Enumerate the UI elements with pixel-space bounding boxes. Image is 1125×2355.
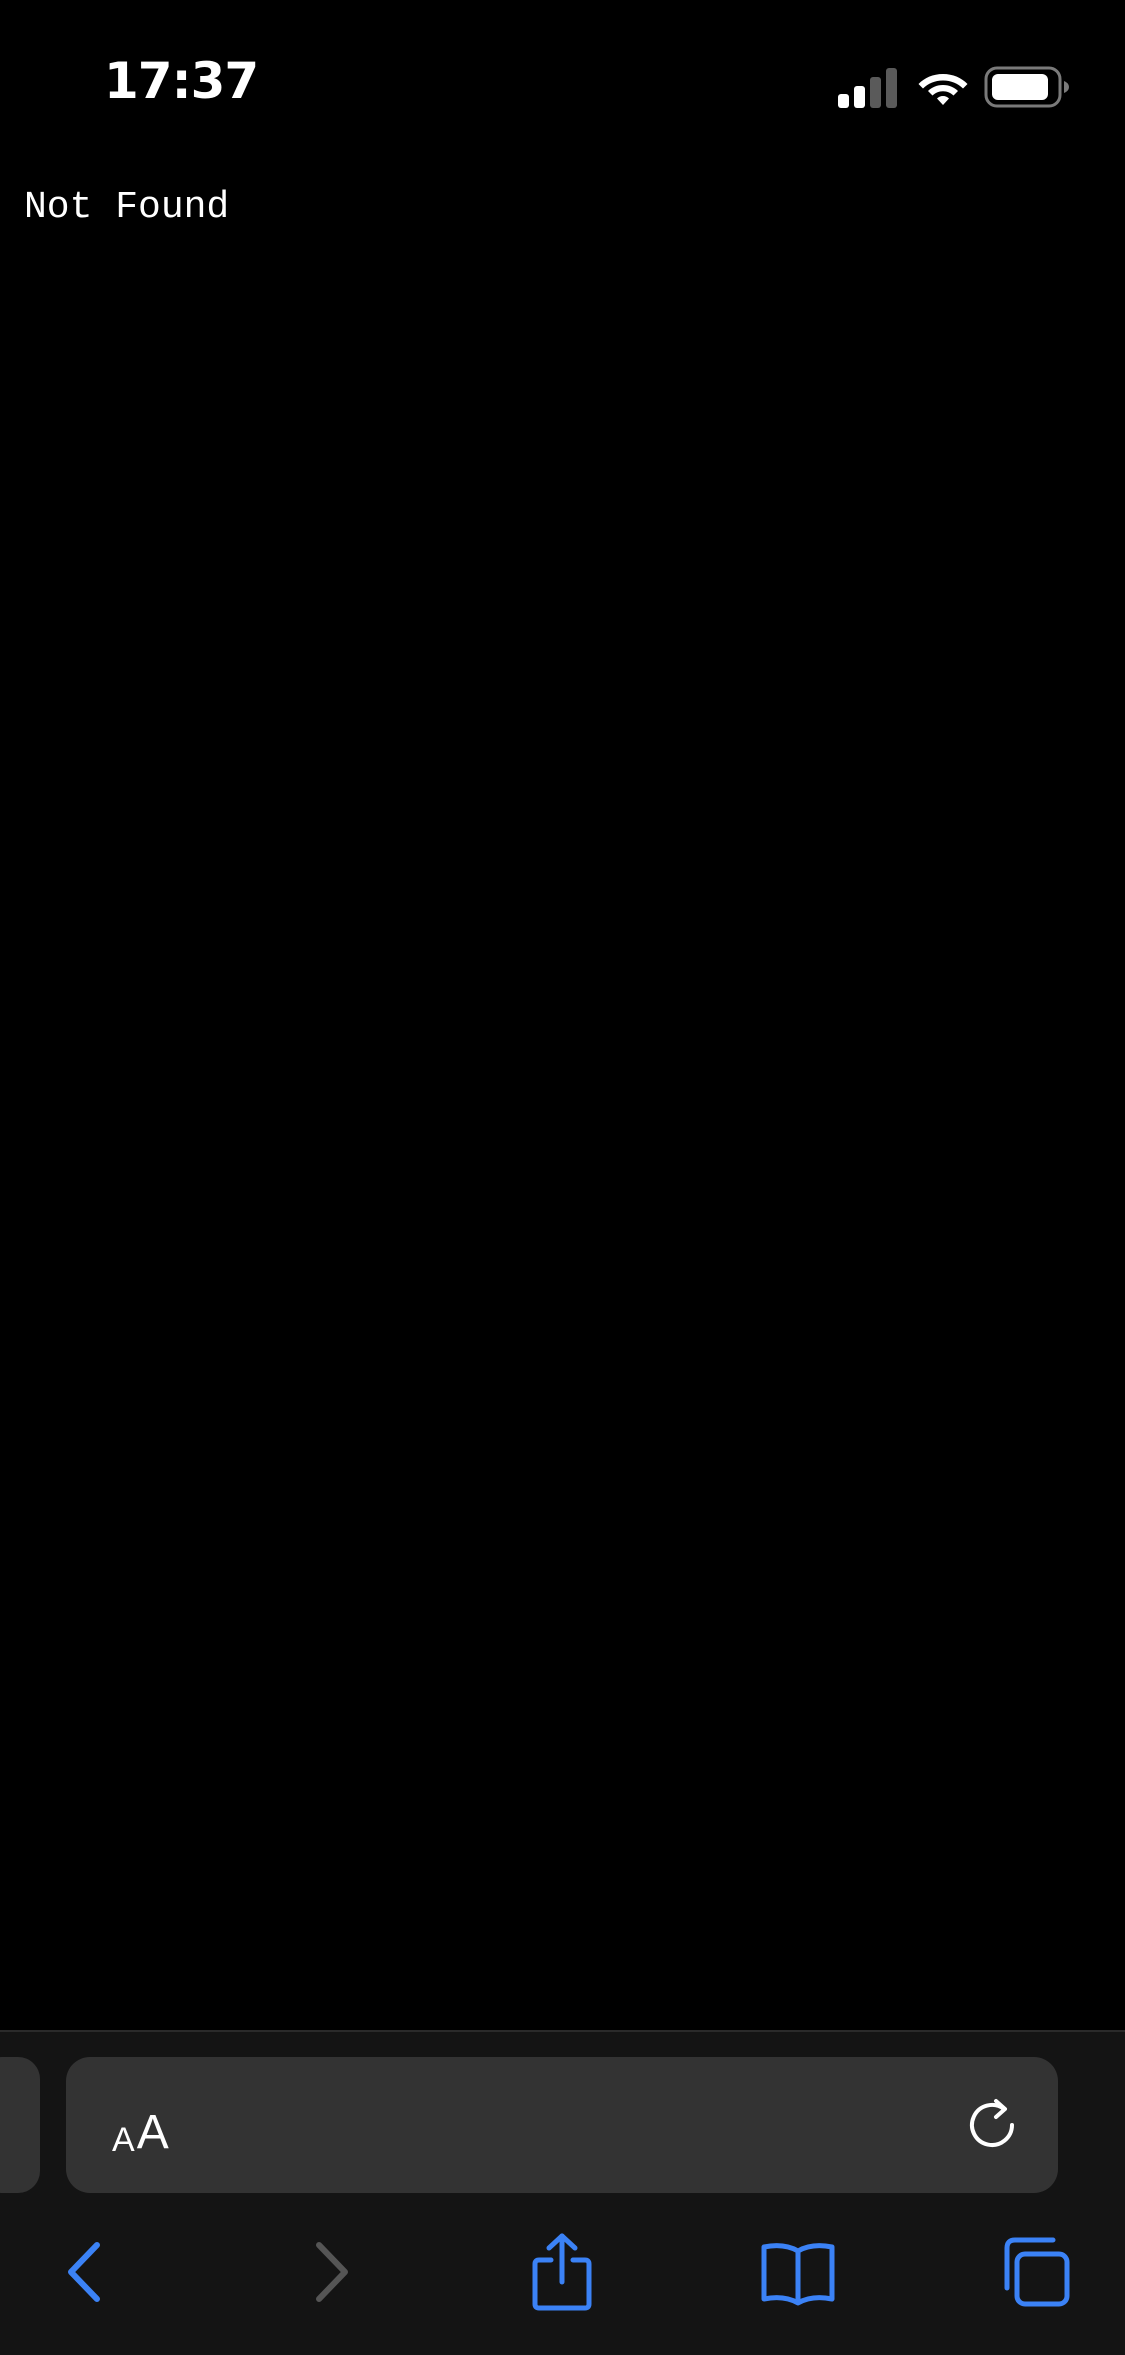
page-message: Not Found	[24, 186, 230, 229]
tabs-button[interactable]	[990, 2227, 1080, 2317]
back-icon	[68, 2242, 100, 2302]
share-icon	[532, 2233, 592, 2311]
forward-icon	[316, 2242, 348, 2302]
wifi-icon	[918, 74, 968, 105]
battery-icon	[984, 66, 1069, 108]
browser-bottom-bar: A A	[0, 2030, 1125, 2355]
reload-icon[interactable]	[962, 2095, 1022, 2155]
share-button[interactable]	[517, 2227, 607, 2317]
text-size-button[interactable]: A A	[112, 2093, 169, 2159]
status-time: 17:37	[104, 52, 259, 110]
address-bar[interactable]: A A	[66, 2057, 1058, 2193]
tabs-icon	[1004, 2237, 1070, 2307]
text-size-large-label: A	[136, 2106, 169, 2159]
bookmarks-button[interactable]	[753, 2227, 843, 2317]
forward-button[interactable]	[284, 2227, 374, 2317]
previous-tab-peek[interactable]	[0, 2057, 40, 2193]
bookmarks-icon	[761, 2243, 835, 2306]
back-button[interactable]	[42, 2227, 132, 2317]
text-size-small-label: A	[112, 2121, 135, 2159]
status-bar: 17:37	[0, 0, 1125, 150]
cellular-signal-icon	[838, 68, 897, 108]
